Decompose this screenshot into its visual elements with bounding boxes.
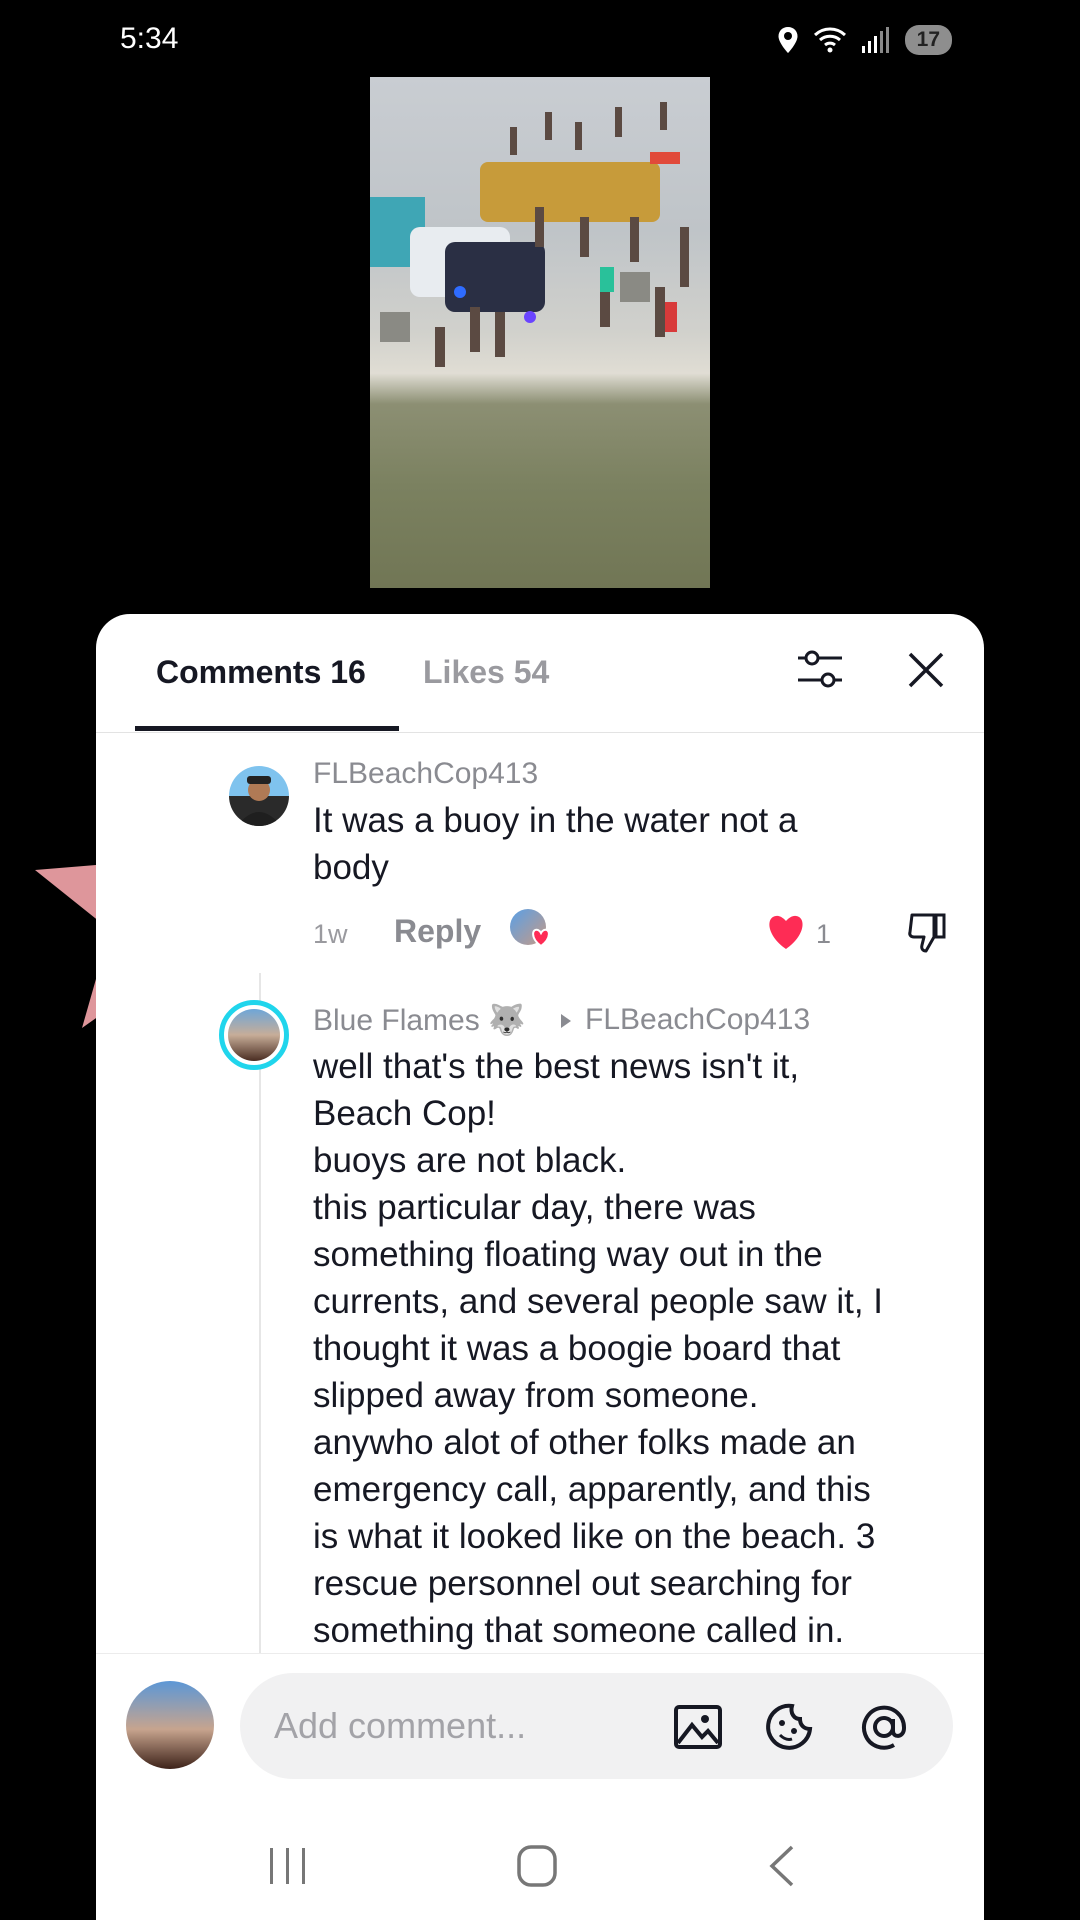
mention-icon[interactable] (858, 1701, 910, 1753)
comment-text-line: something that someone called in. (313, 1611, 845, 1650)
comment-time: 1w (313, 919, 348, 949)
image-icon[interactable] (672, 1701, 724, 1753)
comment-text-line: rescue personnel out searching for (313, 1564, 852, 1603)
battery-badge: 17 (904, 25, 952, 55)
emoji-icon[interactable] (764, 1701, 816, 1753)
recent-apps-icon[interactable] (266, 1846, 310, 1886)
status-icons: 17 (777, 22, 952, 58)
comment-text-line: well that's the best news isn't it, (313, 1047, 800, 1086)
comment-text-line: emergency call, apparently, and this (313, 1470, 871, 1509)
system-nav-bar (96, 1810, 984, 1920)
comment-text-line: something floating way out in the (313, 1235, 823, 1274)
comment-input-bar: Add comment... (96, 1653, 984, 1784)
comment-text: well that's the best news isn't it, Beach… (313, 1043, 953, 1653)
tab-comments[interactable]: Comments 16 (156, 654, 366, 691)
wifi-icon (813, 27, 846, 53)
comment-text-line: anywho alot of other folks made an (313, 1423, 856, 1462)
like-heart-icon[interactable] (764, 913, 808, 951)
comment-text-line: buoys are not black. (313, 1141, 627, 1180)
comment-list: FLBeachCop413 It was a buoy in the water… (96, 733, 984, 1653)
video-scene (370, 102, 689, 367)
my-avatar (126, 1681, 214, 1769)
tab-bar: Comments 16 Likes 54 (96, 614, 984, 733)
signal-icon (861, 27, 889, 53)
comment-text-line: this particular day, there was (313, 1188, 756, 1227)
comment-text-line: currents, and several people saw it, I (313, 1282, 884, 1321)
comment-text-line: is what it looked like on the beach. 3 (313, 1517, 876, 1556)
comments-sheet: Comments 16 Likes 54 FLBeachCop413 It wa… (96, 614, 984, 1920)
comment-input-placeholder: Add comment... (274, 1705, 527, 1746)
thread-line (259, 973, 261, 1653)
heart-icon (532, 928, 550, 947)
avatar[interactable] (219, 1000, 289, 1070)
reply-button[interactable]: Reply (394, 913, 481, 950)
active-tab-indicator (135, 726, 399, 731)
comment-text-line: thought it was a boogie board that (313, 1329, 841, 1368)
like-count: 1 (816, 919, 832, 949)
filter-icon[interactable] (794, 644, 846, 696)
location-icon (778, 27, 798, 53)
comment-text-line: Beach Cop! (313, 1094, 496, 1133)
comment-text-line: slipped away from someone. (313, 1376, 759, 1415)
comment-username[interactable]: FLBeachCop413 (313, 757, 538, 791)
comment-username[interactable]: Blue Flames 🐺 (313, 1003, 525, 1038)
avatar[interactable] (229, 766, 289, 826)
reply-to-username[interactable]: FLBeachCop413 (585, 1003, 810, 1037)
home-icon[interactable] (516, 1844, 558, 1888)
status-time: 5:34 (120, 22, 179, 55)
comment-text: It was a buoy in the water not a body (313, 801, 798, 887)
reply-arrow-icon (561, 1014, 571, 1028)
back-icon[interactable] (766, 1844, 798, 1888)
video-thumbnail[interactable] (370, 77, 710, 588)
comment-input[interactable]: Add comment... (240, 1673, 953, 1779)
dislike-icon[interactable] (906, 911, 948, 955)
tab-likes[interactable]: Likes 54 (423, 654, 549, 691)
close-icon[interactable] (904, 648, 948, 692)
